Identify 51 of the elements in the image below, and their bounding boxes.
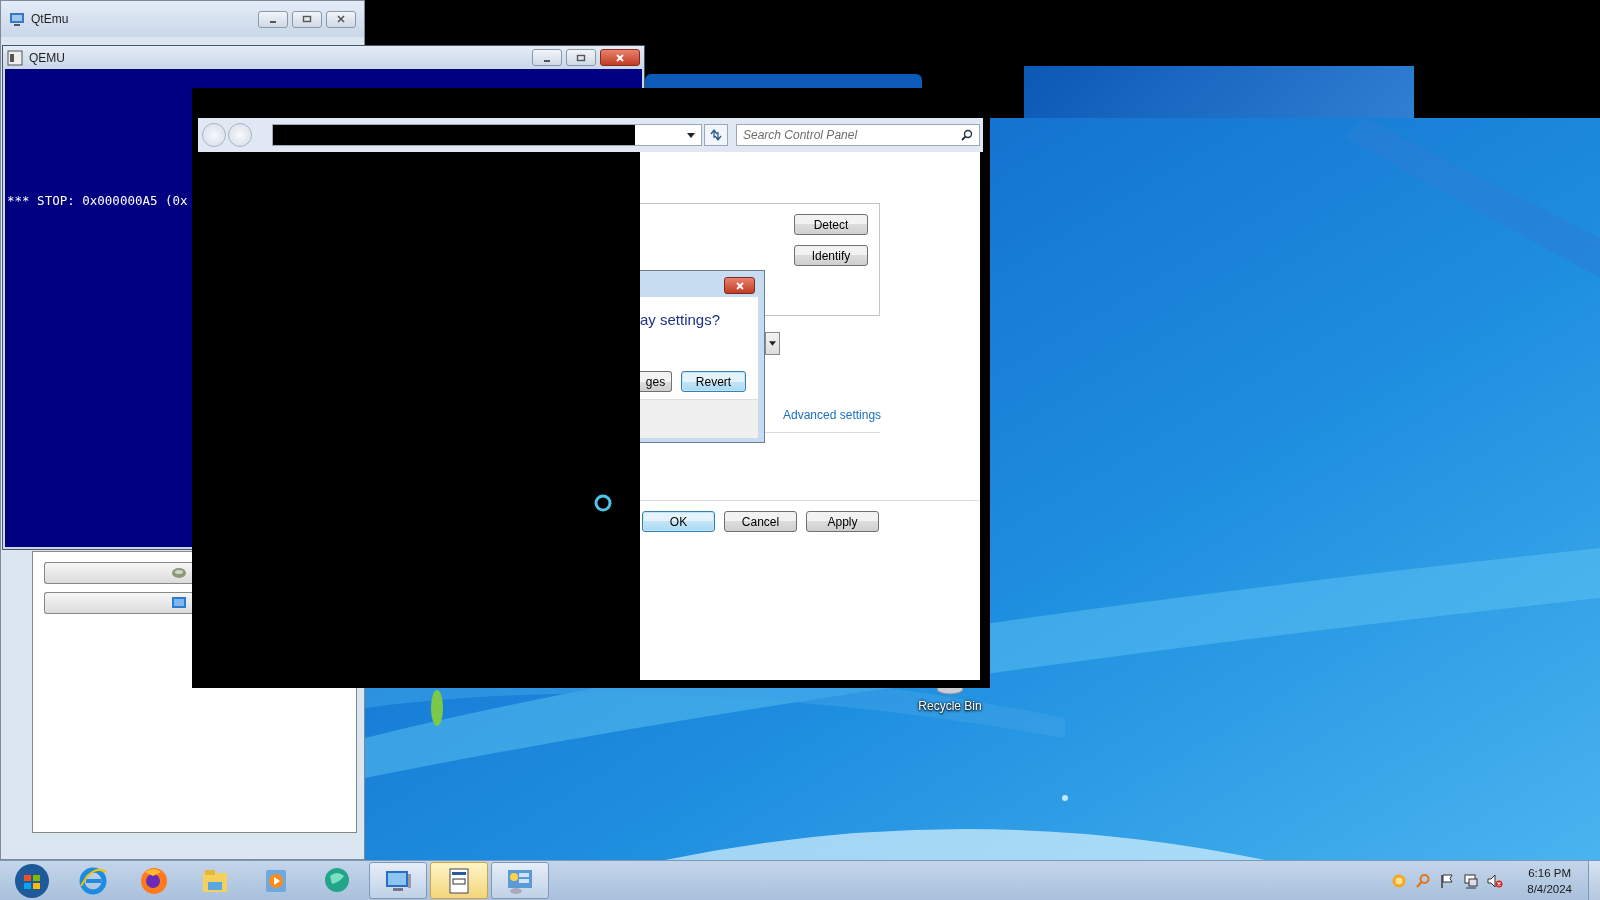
taskbar-button[interactable] bbox=[369, 862, 427, 899]
minimize-button[interactable] bbox=[532, 49, 562, 66]
dropdown-arrow-icon bbox=[769, 341, 776, 346]
maximize-icon bbox=[302, 14, 312, 24]
windows-logo-icon bbox=[14, 862, 50, 899]
loading-spinner-icon bbox=[593, 493, 613, 513]
close-button[interactable] bbox=[724, 277, 755, 294]
browser-icon bbox=[78, 865, 108, 896]
dialog-button[interactable]: Apply bbox=[806, 511, 879, 532]
app-icon bbox=[9, 11, 25, 27]
dropdown-button[interactable] bbox=[765, 332, 780, 355]
advanced-settings-link[interactable]: Advanced settings bbox=[783, 408, 882, 422]
dialog-question: ay settings? bbox=[640, 311, 721, 328]
address-bar[interactable] bbox=[272, 124, 702, 146]
refresh-button[interactable] bbox=[704, 124, 728, 146]
close-icon bbox=[734, 280, 745, 291]
taskbar-button[interactable] bbox=[430, 862, 488, 899]
search-field[interactable]: Search Control Panel bbox=[736, 124, 980, 146]
network-icon[interactable] bbox=[1463, 872, 1480, 889]
dialog-button[interactable]: ges bbox=[640, 371, 672, 392]
dialog-button[interactable]: Revert bbox=[681, 371, 746, 392]
minimize-icon bbox=[544, 59, 550, 62]
refresh-icon bbox=[709, 128, 723, 142]
close-button[interactable] bbox=[326, 10, 356, 28]
fox-browser-icon bbox=[139, 865, 169, 896]
dialog-button[interactable]: OK bbox=[642, 511, 715, 532]
maximize-button[interactable] bbox=[566, 49, 596, 66]
minimize-button[interactable] bbox=[258, 10, 288, 28]
stop-error-text: *** STOP: 0x000000A5 (0x bbox=[7, 193, 188, 208]
app-icon bbox=[7, 49, 23, 66]
volume-muted-icon[interactable] bbox=[1487, 872, 1504, 889]
dialog-button[interactable]: Cancel bbox=[724, 511, 797, 532]
list-button[interactable] bbox=[44, 562, 192, 584]
maximize-button[interactable] bbox=[292, 10, 322, 28]
taskbar-button[interactable] bbox=[491, 862, 549, 899]
search-icon[interactable] bbox=[961, 129, 973, 141]
list-button[interactable] bbox=[44, 592, 192, 614]
monitor-button[interactable]: Detect bbox=[794, 214, 868, 235]
window-title: QEMU bbox=[29, 50, 65, 65]
minimize-icon bbox=[270, 21, 276, 23]
close-icon bbox=[336, 14, 346, 24]
close-icon bbox=[615, 52, 625, 63]
flag-icon[interactable] bbox=[1439, 872, 1456, 889]
monitor-button[interactable]: Identify bbox=[794, 245, 868, 266]
maximize-icon bbox=[576, 52, 586, 63]
clock[interactable]: 6:16 PM 8/4/2024 bbox=[1511, 864, 1580, 897]
dropdown-arrow-icon[interactable] bbox=[687, 132, 695, 138]
window-title: QtEmu bbox=[31, 12, 69, 26]
screen-icon bbox=[171, 595, 187, 611]
disk-icon bbox=[171, 565, 187, 581]
close-button[interactable] bbox=[600, 49, 640, 66]
